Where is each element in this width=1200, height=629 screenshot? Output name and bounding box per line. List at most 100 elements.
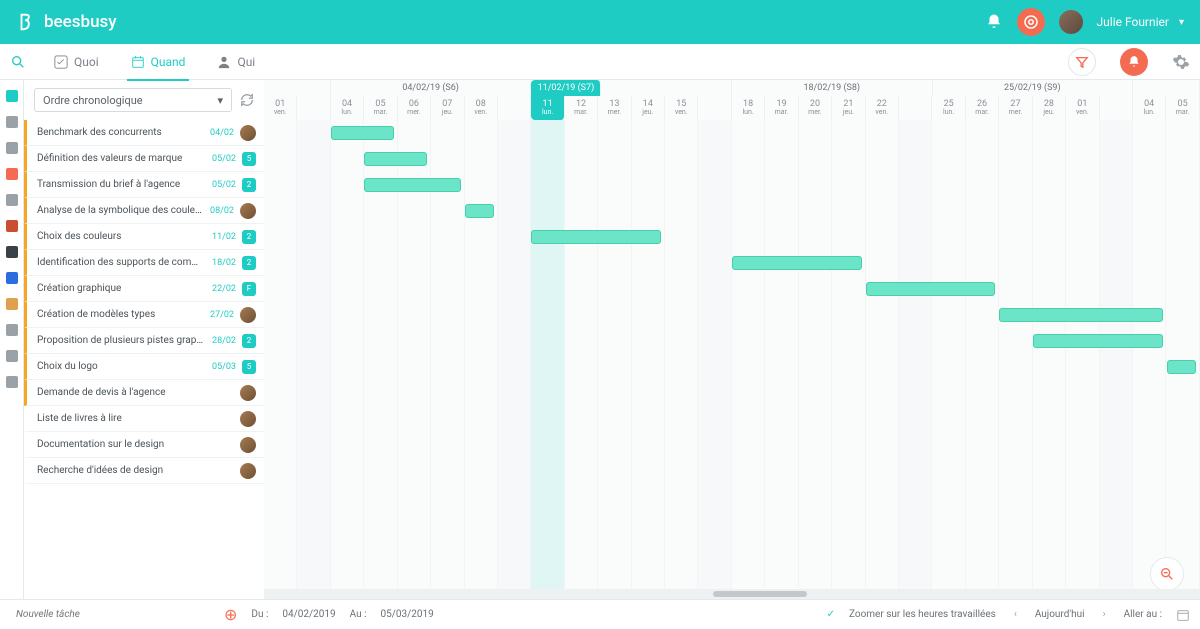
user-name[interactable]: Julie Fournier xyxy=(1097,15,1169,29)
from-date[interactable]: 04/02/2019 xyxy=(282,609,335,620)
task-row[interactable]: Choix du logo05/035 xyxy=(24,354,264,380)
tab-quand-label: Quand xyxy=(151,55,186,69)
sort-select[interactable]: Ordre chronologique ▾ xyxy=(34,88,232,112)
add-task-button[interactable]: ⊕ xyxy=(224,605,237,624)
tab-quand[interactable]: Quand xyxy=(127,44,190,80)
day-header: 22ven. xyxy=(866,96,899,120)
week-header xyxy=(1133,80,1200,96)
rail-project-0[interactable] xyxy=(6,90,18,102)
sort-label: Ordre chronologique xyxy=(43,94,143,107)
gantt-bar[interactable] xyxy=(331,126,394,140)
search-icon[interactable] xyxy=(10,54,26,70)
tab-qui-label: Qui xyxy=(237,55,255,69)
next-arrow[interactable]: › xyxy=(1099,609,1110,620)
view-tabs-bar: Quoi Quand Qui xyxy=(0,44,1200,80)
day-header: 06mer. xyxy=(398,96,431,120)
task-row[interactable]: Transmission du brief à l'agence05/022 xyxy=(24,172,264,198)
task-date: 05/03 xyxy=(212,362,236,372)
task-name: Documentation sur le design xyxy=(37,439,234,450)
settings-icon[interactable] xyxy=(1172,53,1190,71)
task-name: Liste de livres à lire xyxy=(37,413,234,424)
task-row[interactable]: Liste de livres à lire xyxy=(24,406,264,432)
rail-project-8[interactable] xyxy=(6,298,18,310)
task-row[interactable]: Analyse de la symbolique des couleurs08/… xyxy=(24,198,264,224)
zoom-icon xyxy=(1159,566,1175,582)
today-button[interactable]: Aujourd'hui xyxy=(1035,609,1085,620)
brand-logo[interactable]: beesbusy xyxy=(16,11,117,33)
task-row[interactable]: Documentation sur le design xyxy=(24,432,264,458)
task-row[interactable]: Identification des supports de commun...… xyxy=(24,250,264,276)
task-row[interactable]: Création graphique22/02F xyxy=(24,276,264,302)
gantt-bar[interactable] xyxy=(364,178,460,192)
tab-quoi[interactable]: Quoi xyxy=(50,44,103,80)
rail-project-9[interactable] xyxy=(6,324,18,336)
to-date[interactable]: 05/03/2019 xyxy=(381,609,434,620)
week-header: 11/02/19 (S7) xyxy=(531,80,732,96)
horizontal-scrollbar[interactable] xyxy=(264,589,1200,599)
gantt-bar[interactable] xyxy=(531,230,661,244)
task-row[interactable]: Définition des valeurs de marque05/025 xyxy=(24,146,264,172)
rail-project-4[interactable] xyxy=(6,194,18,206)
day-header: 21jeu. xyxy=(832,96,865,120)
gantt-chart[interactable]: 04/02/19 (S6)11/02/19 (S7)18/02/19 (S8)2… xyxy=(264,80,1200,599)
week-header xyxy=(264,80,331,96)
rail-project-11[interactable] xyxy=(6,376,18,388)
refresh-icon[interactable] xyxy=(240,93,254,107)
day-header: 01ven. xyxy=(264,96,297,120)
zoom-button[interactable] xyxy=(1150,557,1184,591)
task-row[interactable]: Proposition de plusieurs pistes graphiq.… xyxy=(24,328,264,354)
task-avatar xyxy=(240,307,256,323)
calendar-icon xyxy=(131,55,145,69)
rail-project-1[interactable] xyxy=(6,116,18,128)
gantt-bar[interactable] xyxy=(364,152,427,166)
task-date: 05/02 xyxy=(212,180,236,190)
gantt-bar[interactable] xyxy=(1167,360,1196,374)
target-button[interactable] xyxy=(1017,8,1045,36)
notifications-icon[interactable] xyxy=(985,13,1003,31)
target-icon xyxy=(1022,13,1040,31)
day-header: 08ven. xyxy=(465,96,498,120)
day-header: 28jeu. xyxy=(1033,96,1066,120)
alerts-button[interactable] xyxy=(1120,48,1148,76)
day-header: 26mar. xyxy=(966,96,999,120)
task-row[interactable]: Recherche d'idées de design xyxy=(24,458,264,484)
rail-project-7[interactable] xyxy=(6,272,18,284)
user-menu-caret[interactable]: ▾ xyxy=(1179,17,1184,28)
gantt-bar[interactable] xyxy=(732,256,862,270)
gantt-bar[interactable] xyxy=(1033,334,1163,348)
rail-project-10[interactable] xyxy=(6,350,18,362)
day-header: 07jeu. xyxy=(431,96,464,120)
filter-button[interactable] xyxy=(1068,48,1096,76)
tab-quoi-label: Quoi xyxy=(74,55,99,69)
task-date: 22/02 xyxy=(212,284,236,294)
task-name: Analyse de la symbolique des couleurs xyxy=(37,205,204,216)
zoom-hours-label[interactable]: Zoomer sur les heures travaillées xyxy=(849,609,996,620)
rail-project-3[interactable] xyxy=(6,168,18,180)
task-row[interactable]: Demande de devis à l'agence xyxy=(24,380,264,406)
bell-icon xyxy=(1127,55,1141,69)
zoom-hours-checkbox[interactable]: ✓ xyxy=(827,609,835,620)
task-name: Définition des valeurs de marque xyxy=(37,153,206,164)
gantt-bar[interactable] xyxy=(999,308,1162,322)
task-name: Transmission du brief à l'agence xyxy=(37,179,206,190)
rail-project-5[interactable] xyxy=(6,220,18,232)
day-header: 05mar. xyxy=(364,96,397,120)
task-date: 11/02 xyxy=(212,232,236,242)
rail-project-2[interactable] xyxy=(6,142,18,154)
new-task-input[interactable] xyxy=(10,604,220,626)
task-row[interactable]: Benchmark des concurrents04/02 xyxy=(24,120,264,146)
prev-arrow[interactable]: ‹ xyxy=(1010,609,1021,620)
task-row[interactable]: Création de modèles types27/02 xyxy=(24,302,264,328)
datepicker-icon[interactable] xyxy=(1176,608,1190,622)
user-avatar[interactable] xyxy=(1059,10,1083,34)
gantt-bar[interactable] xyxy=(866,282,996,296)
task-badge: 2 xyxy=(242,334,256,348)
app-header: beesbusy Julie Fournier ▾ xyxy=(0,0,1200,44)
task-row[interactable]: Choix des couleurs11/022 xyxy=(24,224,264,250)
task-name: Identification des supports de commun... xyxy=(37,257,206,268)
rail-project-6[interactable] xyxy=(6,246,18,258)
logo-icon xyxy=(16,11,38,33)
tab-qui[interactable]: Qui xyxy=(213,44,259,80)
gantt-bar[interactable] xyxy=(465,204,494,218)
task-badge: 2 xyxy=(242,230,256,244)
